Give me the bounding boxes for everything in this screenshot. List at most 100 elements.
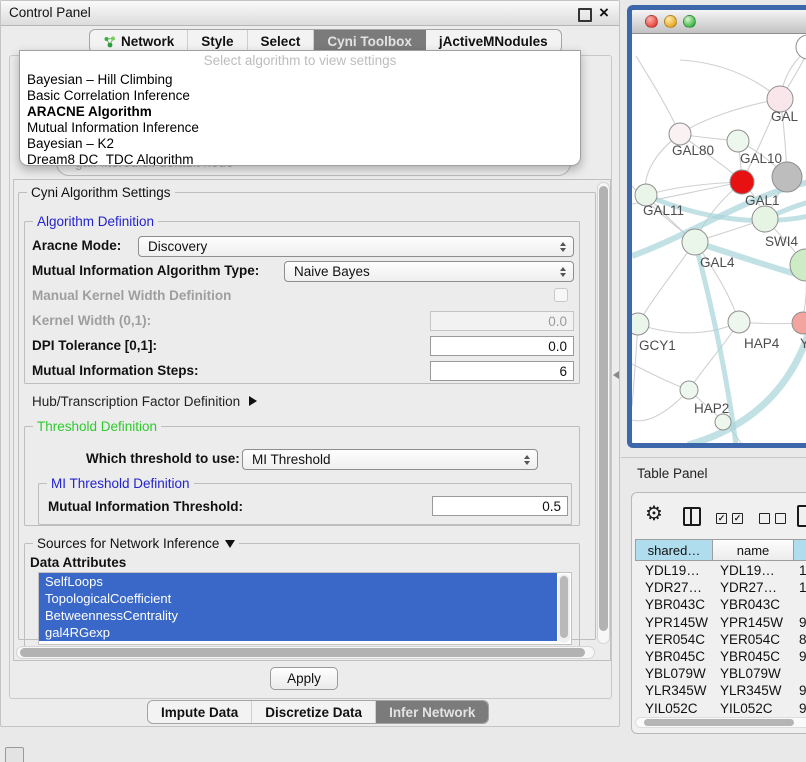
aracne-mode-select[interactable]: Discovery bbox=[138, 236, 574, 257]
network-node[interactable] bbox=[796, 35, 806, 59]
network-canvas[interactable]: GAL80GAL10GAL1GAL11SWI4GAL4GCY1HAP4YHAP2… bbox=[632, 34, 806, 444]
algorithm-option[interactable]: ARACNE Algorithm bbox=[20, 104, 580, 120]
table-cell: YBR043C bbox=[712, 597, 793, 612]
algorithm-option[interactable]: Bayesian – K2 bbox=[20, 136, 580, 152]
sources-toggle[interactable]: Sources for Network Inference bbox=[33, 536, 239, 551]
tab-jactivemnodules[interactable]: jActiveMNodules bbox=[426, 30, 561, 52]
kernel-width-input[interactable]: 0.0 bbox=[430, 311, 574, 331]
network-edge[interactable] bbox=[638, 242, 695, 324]
float-window-icon[interactable] bbox=[578, 8, 592, 22]
table-cell: YBR045C bbox=[635, 649, 712, 664]
tab-select[interactable]: Select bbox=[248, 30, 315, 52]
mi-threshold-input[interactable]: 0.5 bbox=[432, 496, 568, 516]
table-row[interactable]: YIL052CYIL052C9 bbox=[635, 700, 806, 717]
close-traffic-light-icon[interactable] bbox=[645, 15, 658, 28]
network-node[interactable] bbox=[669, 123, 691, 145]
table-cell: 8. bbox=[793, 632, 806, 647]
settings-horizontal-scrollbar[interactable] bbox=[16, 646, 595, 659]
network-node[interactable] bbox=[772, 162, 802, 192]
table-cell: YBR045C bbox=[712, 649, 793, 664]
table-row[interactable]: YBR043CYBR043C bbox=[635, 596, 806, 613]
mi-type-label: Mutual Information Algorithm Type: bbox=[32, 261, 259, 281]
network-edge[interactable] bbox=[680, 60, 780, 99]
mi-type-select[interactable]: Naive Bayes bbox=[284, 261, 574, 282]
minimize-traffic-light-icon[interactable] bbox=[664, 15, 677, 28]
node-label: Y bbox=[800, 336, 806, 351]
network-node[interactable] bbox=[632, 313, 649, 335]
table-column-header[interactable] bbox=[793, 539, 806, 561]
data-attribute-item[interactable]: BetweennessCentrality bbox=[39, 607, 557, 624]
split-columns-icon[interactable] bbox=[683, 507, 701, 526]
which-threshold-select[interactable]: MI Threshold bbox=[242, 449, 538, 470]
table-cell: YDR27… bbox=[635, 580, 712, 595]
table-panel-title: Table Panel bbox=[637, 466, 708, 481]
panel-splitter-arrow-icon[interactable] bbox=[613, 371, 619, 379]
mi-steps-label: Mutual Information Steps: bbox=[32, 361, 199, 381]
table-row[interactable]: YPR145WYPR145W9. bbox=[635, 614, 806, 631]
settings-gear-icon[interactable]: ⚙ bbox=[645, 502, 663, 526]
network-node[interactable] bbox=[682, 229, 708, 255]
table-row[interactable]: YDL19…YDL19…13 bbox=[635, 562, 806, 579]
network-edge[interactable] bbox=[632, 390, 689, 421]
node-label: GAL4 bbox=[700, 255, 735, 270]
table-row[interactable]: YDR27…YDR27…12 bbox=[635, 579, 806, 596]
network-node[interactable] bbox=[715, 414, 731, 430]
node-label: GAL bbox=[771, 109, 799, 124]
table-row[interactable]: YLR345WYLR345W9. bbox=[635, 682, 806, 699]
mi-steps-input[interactable]: 6 bbox=[430, 361, 574, 381]
table-row[interactable]: YER054CYER054C8. bbox=[635, 631, 806, 648]
network-node[interactable] bbox=[730, 170, 754, 194]
table-cell: YIL052C bbox=[635, 701, 712, 716]
list-scrollbar[interactable] bbox=[558, 574, 570, 643]
network-edge[interactable] bbox=[646, 182, 742, 195]
network-graph: GAL80GAL10GAL1GAL11SWI4GAL4GCY1HAP4YHAP2… bbox=[632, 34, 806, 444]
network-node[interactable] bbox=[680, 381, 698, 399]
desktop: Control Panel × Network Style Select Cyn… bbox=[0, 0, 806, 762]
table-row[interactable]: YBR045CYBR045C9. bbox=[635, 648, 806, 665]
algorithm-option[interactable]: Dream8 DC_TDC Algorithm bbox=[20, 152, 580, 166]
tab-impute-data[interactable]: Impute Data bbox=[148, 701, 252, 723]
deselect-checkbox-icon[interactable] bbox=[775, 513, 786, 524]
manual-kernel-checkbox[interactable] bbox=[554, 288, 568, 302]
network-edge[interactable] bbox=[638, 322, 739, 333]
data-attribute-item[interactable]: gal4RGexp bbox=[39, 624, 557, 641]
network-node[interactable] bbox=[728, 311, 750, 333]
kernel-width-label: Kernel Width (0,1): bbox=[32, 311, 151, 331]
group-title: Algorithm Definition bbox=[33, 214, 158, 229]
table-horizontal-scrollbar[interactable] bbox=[635, 717, 806, 728]
network-node[interactable] bbox=[792, 312, 806, 334]
table-cell: YDL19… bbox=[712, 563, 793, 578]
algorithm-option[interactable]: Bayesian – Hill Climbing bbox=[20, 72, 580, 88]
dpi-tolerance-input[interactable]: 0.0 bbox=[430, 336, 574, 356]
hub-definition-toggle[interactable]: Hub/Transcription Factor Definition bbox=[32, 392, 257, 410]
tab-infer-network[interactable]: Infer Network bbox=[376, 701, 488, 723]
data-attribute-item[interactable]: SelfLoops bbox=[39, 573, 557, 590]
network-edge[interactable] bbox=[680, 99, 780, 134]
zoom-traffic-light-icon[interactable] bbox=[683, 15, 696, 28]
close-icon[interactable]: × bbox=[595, 2, 613, 24]
table-row[interactable]: YBL079WYBL079W bbox=[635, 665, 806, 682]
network-node[interactable] bbox=[752, 206, 778, 232]
tab-network[interactable]: Network bbox=[90, 30, 188, 52]
node-label: GAL1 bbox=[745, 193, 780, 208]
apply-button[interactable]: Apply bbox=[270, 667, 338, 690]
table-cell: YDR27… bbox=[712, 580, 793, 595]
select-all-checkbox-icon[interactable]: ✓ bbox=[716, 513, 727, 524]
tab-discretize-data[interactable]: Discretize Data bbox=[252, 701, 376, 723]
table-column-header[interactable]: shared… bbox=[635, 539, 713, 561]
tab-cyni-toolbox[interactable]: Cyni Toolbox bbox=[314, 30, 426, 52]
select-all-checkbox-icon[interactable]: ✓ bbox=[732, 513, 743, 524]
deselect-checkbox-icon[interactable] bbox=[759, 513, 770, 524]
table-cell: YDL19… bbox=[635, 563, 712, 578]
document-icon[interactable] bbox=[797, 505, 806, 527]
table-cell: 9 bbox=[793, 701, 806, 716]
data-attribute-item[interactable]: TopologicalCoefficient bbox=[39, 590, 557, 607]
tab-style[interactable]: Style bbox=[188, 30, 247, 52]
network-node[interactable] bbox=[727, 130, 749, 152]
algorithm-option[interactable]: Mutual Information Inference bbox=[20, 120, 580, 136]
network-edge[interactable] bbox=[636, 56, 680, 134]
minimized-panel-icon[interactable] bbox=[5, 747, 24, 762]
table-column-header[interactable]: name bbox=[712, 539, 794, 561]
settings-vertical-scrollbar[interactable] bbox=[597, 182, 610, 644]
algorithm-option[interactable]: Basic Correlation Inference bbox=[20, 88, 580, 104]
